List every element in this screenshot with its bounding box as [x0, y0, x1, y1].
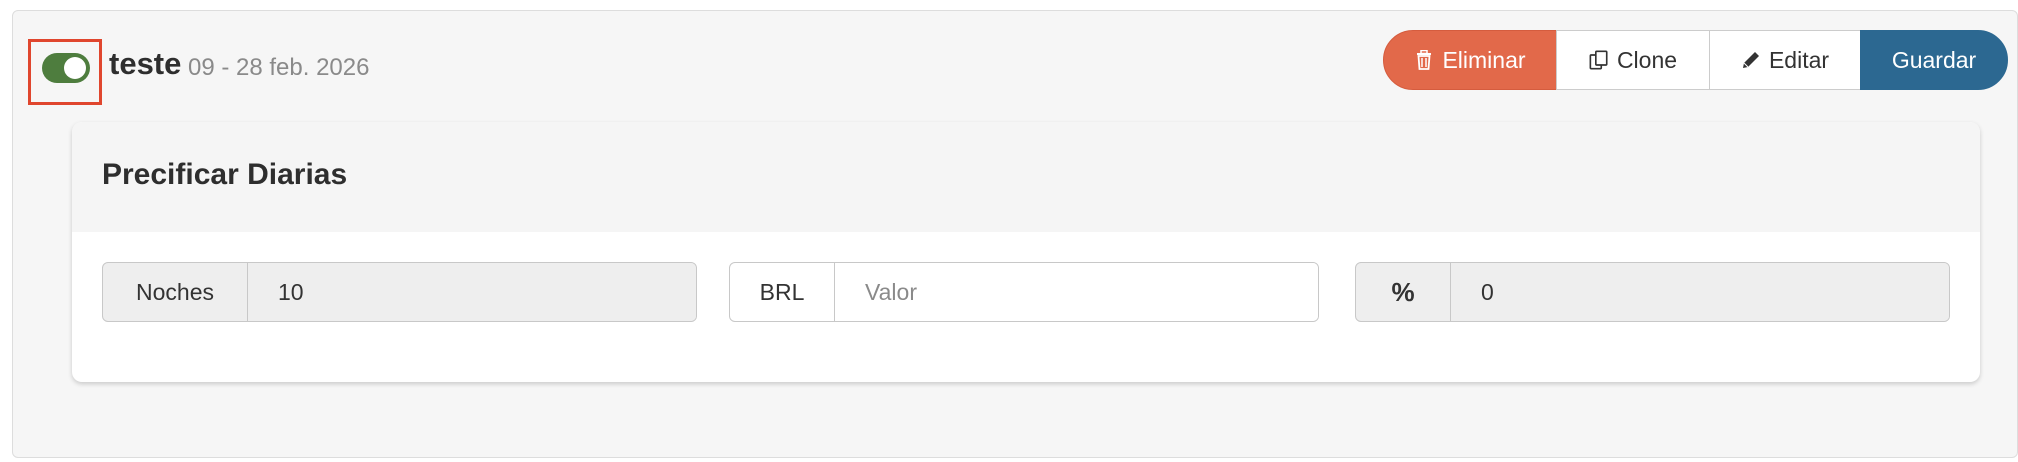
brl-label: BRL — [730, 263, 835, 321]
noches-label: Noches — [103, 263, 248, 321]
guardar-button[interactable]: Guardar — [1860, 30, 2008, 90]
pencil-icon — [1741, 49, 1761, 71]
clone-button[interactable]: Clone — [1556, 30, 1710, 90]
promotion-title: teste — [109, 46, 182, 81]
clone-label: Clone — [1616, 46, 1678, 73]
active-toggle[interactable] — [42, 53, 90, 83]
trash-icon — [1414, 49, 1434, 71]
card-header: Precificar Diarias — [72, 122, 1980, 232]
promotion-dates: 09 - 28 feb. 2026 — [188, 54, 370, 81]
brl-input-group: BRL — [729, 262, 1319, 322]
eliminar-button[interactable]: Eliminar — [1383, 30, 1557, 90]
percent-field[interactable] — [1451, 263, 1949, 321]
action-button-group: Eliminar Clone Editar Guardar — [1383, 30, 2008, 90]
percent-input-group: % — [1355, 262, 1950, 322]
guardar-label: Guardar — [1891, 46, 1977, 73]
pricing-card: Precificar Diarias Noches BRL % — [72, 122, 1980, 382]
copy-icon — [1589, 49, 1609, 71]
noches-field[interactable] — [248, 263, 696, 321]
card-title: Precificar Diarias — [102, 158, 348, 191]
valor-input[interactable] — [835, 263, 1318, 321]
toggle-knob — [64, 57, 86, 79]
percent-label: % — [1356, 263, 1451, 321]
editar-button[interactable]: Editar — [1709, 30, 1861, 90]
eliminar-label: Eliminar — [1442, 46, 1526, 73]
editar-label: Editar — [1768, 46, 1830, 73]
noches-input-group: Noches — [102, 262, 697, 322]
